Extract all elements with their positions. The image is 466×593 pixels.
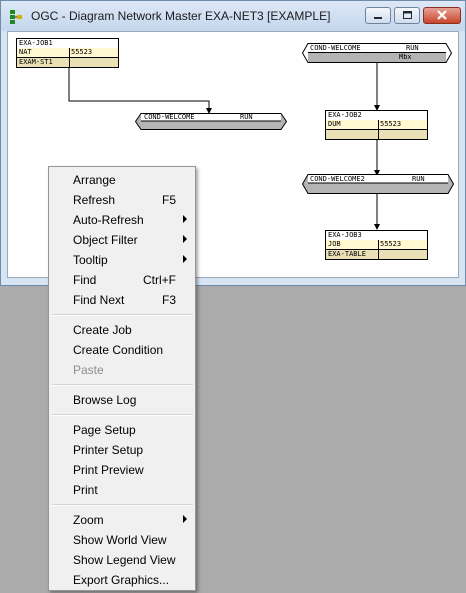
job-condition: EXAM-ST1 bbox=[19, 58, 53, 66]
menu-item-show-world-view[interactable]: Show World View bbox=[50, 529, 194, 549]
job-name: EXA-JOB3 bbox=[328, 231, 362, 239]
close-icon bbox=[437, 10, 447, 20]
menu-item-object-filter[interactable]: Object Filter bbox=[50, 229, 194, 249]
menu-separator bbox=[52, 314, 193, 316]
job-node-exa-job2[interactable]: EXA-JOB2 DUM 55523 bbox=[325, 110, 428, 140]
shortcut-label: F5 bbox=[161, 193, 176, 207]
menu-item-find-next[interactable]: Find Next F3 bbox=[50, 289, 194, 309]
minimize-button[interactable] bbox=[365, 7, 391, 24]
condition-node-top-right[interactable]: COND-WELCOME RUN Mbx bbox=[302, 43, 452, 63]
menu-item-tooltip[interactable]: Tooltip bbox=[50, 249, 194, 269]
menu-item-show-legend-view[interactable]: Show Legend View bbox=[50, 549, 194, 569]
maximize-icon bbox=[403, 11, 412, 19]
chevron-right-icon bbox=[183, 515, 187, 523]
title-bar[interactable]: OGC - Diagram Network Master EXA-NET3 [E… bbox=[1, 1, 465, 31]
arrow-cond-to-job2 bbox=[374, 62, 380, 111]
menu-item-page-setup[interactable]: Page Setup bbox=[50, 419, 194, 439]
job-type: JOB bbox=[328, 240, 341, 248]
menu-item-print-preview[interactable]: Print Preview bbox=[50, 459, 194, 479]
menu-separator bbox=[52, 384, 193, 386]
condition-name: COND-WELCOME2 bbox=[310, 175, 365, 183]
menu-item-print[interactable]: Print bbox=[50, 479, 194, 499]
menu-separator bbox=[52, 504, 193, 506]
job-name: EXA-JOB2 bbox=[328, 111, 362, 119]
shortcut-label: F3 bbox=[161, 293, 176, 307]
menu-item-paste: Paste bbox=[73, 363, 104, 377]
minimize-icon bbox=[374, 17, 382, 19]
job-condition: EXA-TABLE bbox=[328, 250, 366, 258]
close-button[interactable] bbox=[423, 7, 461, 24]
maximize-button[interactable] bbox=[394, 7, 420, 24]
menu-item-export-graphics[interactable]: Export Graphics... bbox=[50, 569, 194, 589]
condition-status: RUN bbox=[412, 175, 425, 183]
menu-item-zoom[interactable]: Zoom bbox=[50, 509, 194, 529]
menu-item-find[interactable]: Find Ctrl+F bbox=[50, 269, 194, 289]
context-menu: Arrange Refresh F5 Auto-Refresh Object Fi… bbox=[48, 166, 196, 591]
menu-separator bbox=[52, 414, 193, 416]
window-title: OGC - Diagram Network Master EXA-NET3 [E… bbox=[31, 9, 331, 23]
job-name: EXA-JOB1 bbox=[19, 39, 53, 47]
menu-item-printer-setup[interactable]: Printer Setup bbox=[50, 439, 194, 459]
menu-item-create-job[interactable]: Create Job bbox=[50, 319, 194, 339]
chevron-right-icon bbox=[183, 255, 187, 263]
condition-name: COND-WELCOME bbox=[144, 113, 195, 121]
menu-item-browse-log[interactable]: Browse Log bbox=[50, 389, 194, 409]
condition-sub: Mbx bbox=[399, 53, 412, 61]
job-type: DUM bbox=[328, 120, 341, 128]
condition-name: COND-WELCOME bbox=[310, 44, 361, 52]
arrow-cond2-to-job3 bbox=[374, 194, 380, 230]
job-node-exa-job1[interactable]: EXA-JOB1 NAT 55523 EXAM-ST1 bbox=[16, 38, 119, 68]
menu-item-refresh[interactable]: Refresh F5 bbox=[50, 189, 194, 209]
job-id: 55523 bbox=[380, 240, 402, 248]
network-diagram-icon[interactable] bbox=[9, 9, 23, 24]
arrow-job2-to-cond2 bbox=[374, 139, 380, 176]
job-node-exa-job3[interactable]: EXA-JOB3 JOB 55523 EXA-TABLE bbox=[325, 230, 428, 260]
menu-item-auto-refresh[interactable]: Auto-Refresh bbox=[50, 209, 194, 229]
condition-node-middle-right[interactable]: COND-WELCOME2 RUN bbox=[302, 174, 454, 194]
chevron-right-icon bbox=[183, 215, 187, 223]
menu-item-create-condition[interactable]: Create Condition bbox=[50, 339, 194, 359]
arrow-job1-to-cond bbox=[68, 67, 212, 114]
job-id: 55523 bbox=[71, 48, 93, 56]
condition-node-middle-left[interactable]: COND-WELCOME RUN bbox=[135, 113, 287, 130]
menu-item-arrange[interactable]: Arrange bbox=[50, 169, 194, 189]
job-type: NAT bbox=[19, 48, 32, 56]
job-id: 55523 bbox=[380, 120, 402, 128]
condition-status: RUN bbox=[240, 113, 253, 121]
condition-status: RUN bbox=[406, 44, 419, 52]
chevron-right-icon bbox=[183, 235, 187, 243]
shortcut-label: Ctrl+F bbox=[143, 273, 176, 287]
